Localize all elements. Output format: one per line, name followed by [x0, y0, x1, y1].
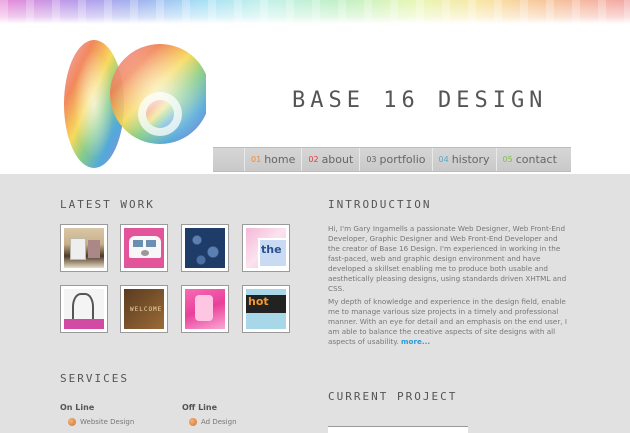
nav-contact[interactable]: 05 contact — [495, 148, 563, 171]
nav-about[interactable]: 02 about — [301, 148, 359, 171]
nav-number: 04 — [438, 155, 449, 164]
site-title: BASE 16 DESIGN — [292, 88, 548, 113]
thumb-image — [124, 228, 164, 268]
more-link[interactable]: more... — [401, 337, 430, 346]
base16-logo[interactable] — [58, 24, 206, 170]
nav-number: 05 — [502, 155, 513, 164]
thumb-image — [185, 228, 225, 268]
site-header: BASE 16 DESIGN 01 home 02 about 03 portf… — [0, 0, 630, 174]
nav-label: home — [264, 153, 296, 166]
intro-paragraph-2: My depth of knowledge and experience in … — [328, 297, 570, 347]
thumb-sketch-figure[interactable] — [60, 285, 108, 333]
services-title: SERVICES — [60, 372, 129, 385]
thumb-the-j[interactable]: the — [242, 224, 290, 272]
thumb-hot-text[interactable]: hot — [242, 285, 290, 333]
nav-home[interactable]: 01 home — [244, 148, 301, 171]
thumb-kitchen[interactable] — [60, 224, 108, 272]
service-item-ad-design[interactable]: Ad Design — [189, 418, 237, 426]
bullet-icon — [68, 418, 76, 426]
thumb-welcome-mat[interactable]: WELCOME — [120, 285, 168, 333]
nav-history[interactable]: 04 history — [431, 148, 496, 171]
thumb-image: WELCOME — [124, 289, 164, 329]
services-online-title: On Line — [60, 403, 95, 412]
latest-work-title: LATEST WORK — [60, 198, 155, 211]
intro-paragraph-1: Hi, I'm Gary Ingamells a passionate Web … — [328, 224, 567, 293]
thumb-image: hot — [246, 289, 286, 329]
thumb-image — [64, 289, 104, 329]
thumb-image — [185, 289, 225, 329]
nav-label: contact — [515, 153, 557, 166]
service-item-website-design[interactable]: Website Design — [68, 418, 134, 426]
thumb-pink-van[interactable] — [120, 224, 168, 272]
nav-label: portfolio — [379, 153, 426, 166]
rainbow-fade — [0, 0, 630, 24]
thumb-image: the — [246, 228, 286, 268]
thumb-image — [64, 228, 104, 268]
intro-paragraph-2-text: My depth of knowledge and experience in … — [328, 297, 567, 346]
nav-number: 03 — [366, 155, 377, 164]
service-label: Ad Design — [201, 418, 237, 426]
nav-label: about — [321, 153, 354, 166]
thumb-pink-abstract[interactable] — [181, 285, 229, 333]
nav-number: 02 — [308, 155, 319, 164]
bullet-icon — [189, 418, 197, 426]
nav-number: 01 — [251, 155, 262, 164]
current-project-title: CURRENT PROJECT — [328, 390, 458, 403]
nav-portfolio[interactable]: 03 portfolio — [359, 148, 431, 171]
services-offline-title: Off Line — [182, 403, 218, 412]
main-nav: 01 home 02 about 03 portfolio 04 history… — [213, 147, 571, 172]
service-label: Website Design — [80, 418, 135, 426]
thumb-blue-pattern[interactable] — [181, 224, 229, 272]
nav-label: history — [451, 153, 490, 166]
introduction-title: INTRODUCTION — [328, 198, 432, 211]
